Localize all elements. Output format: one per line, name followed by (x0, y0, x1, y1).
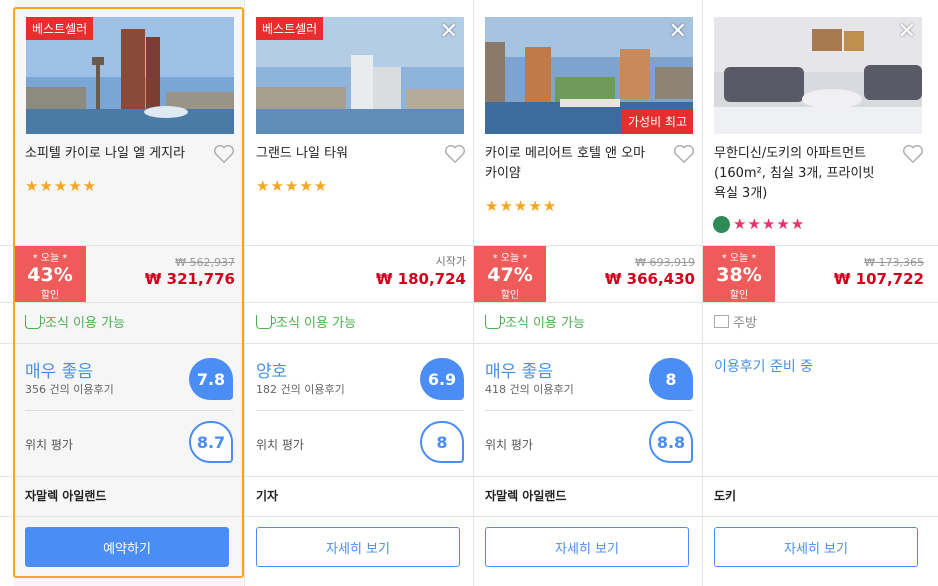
amenity-breakfast: 조식 이용 가능 (25, 312, 125, 331)
hotel-photo[interactable]: ✕ 가성비 최고 (485, 17, 693, 134)
hotel-card-sofitel[interactable]: 베스트셀러 소피텔 카이로 나일 엘 게지라 ★★★★★ * 오늘 * 43% … (14, 0, 243, 586)
location-rating-label: 위치 평가 (25, 438, 73, 452)
hotel-card-grand-nile[interactable]: 베스트셀러 ✕ 그랜드 나일 타워 ★★★★★ 시작가 ₩ 180,724 조식… (245, 0, 474, 586)
rating-score[interactable]: 7.8 (189, 358, 233, 400)
location-rating-label: 위치 평가 (485, 438, 533, 452)
original-price: ₩ 173,365 (864, 256, 924, 269)
home-icon (713, 216, 730, 233)
divider (256, 410, 464, 411)
area-name: 자말렉 아일랜드 (25, 489, 107, 503)
coffee-cup-icon (25, 314, 45, 329)
rating-score[interactable]: 8 (649, 358, 693, 400)
rating-label[interactable]: 매우 좋음 (485, 357, 553, 382)
hotel-card-marriott[interactable]: ✕ 가성비 최고 카이로 메리어트 호텔 앤 오마 카이얌 ★★★★★ * 오늘… (474, 0, 703, 586)
location-score: 8.8 (649, 421, 693, 463)
row-divider (0, 343, 938, 344)
close-icon[interactable]: ✕ (898, 21, 916, 43)
location-score: 8.7 (189, 421, 233, 463)
divider (25, 410, 233, 411)
hotel-name[interactable]: 무한디신/도키의 아파트먼트 (160m², 침실 3개, 프라이빗 욕실 3개… (714, 144, 889, 204)
column-divider (473, 0, 474, 586)
price[interactable]: ₩ 107,722 (834, 270, 924, 288)
discount-percent: 47% (487, 264, 533, 286)
review-count[interactable]: 182 건의 이용후기 (256, 381, 345, 397)
amenity-breakfast: 조식 이용 가능 (256, 312, 356, 331)
price[interactable]: ₩ 321,776 (145, 270, 235, 288)
discount-badge: * 오늘 * 47% 할인 (474, 246, 546, 302)
discount-suffix: 할인 (500, 290, 520, 301)
amenity-label: 조식 이용 가능 (276, 316, 357, 331)
best-value-badge: 가성비 최고 (621, 109, 693, 134)
area-name: 기자 (256, 489, 279, 503)
discount-percent: 43% (27, 264, 73, 286)
divider (485, 410, 693, 411)
row-divider (0, 245, 938, 246)
rating-score[interactable]: 6.9 (420, 358, 464, 400)
discount-badge: * 오늘 * 38% 할인 (703, 246, 775, 302)
close-icon[interactable]: ✕ (440, 21, 458, 43)
coffee-cup-icon (256, 314, 276, 329)
star-rating: ★★★★★ (485, 197, 558, 215)
area-name: 도키 (714, 489, 737, 503)
close-icon[interactable]: ✕ (669, 21, 687, 43)
heart-icon[interactable] (902, 144, 924, 164)
hotel-comparison-grid: 베스트셀러 소피텔 카이로 나일 엘 게지라 ★★★★★ * 오늘 * 43% … (0, 0, 938, 586)
discount-percent: 38% (716, 264, 762, 286)
location-rating-label: 위치 평가 (256, 438, 304, 452)
hotel-photo[interactable]: ✕ (714, 17, 922, 134)
column-divider (244, 0, 245, 586)
price[interactable]: ₩ 366,430 (605, 270, 695, 288)
discount-suffix: 할인 (40, 290, 60, 301)
coffee-cup-icon (485, 314, 505, 329)
reviews-pending: 이용후기 준비 중 (714, 359, 814, 375)
heart-icon[interactable] (213, 144, 235, 164)
review-count[interactable]: 418 건의 이용후기 (485, 381, 574, 397)
star-rating: ★★★★★ (733, 215, 806, 233)
hotel-photo[interactable]: 베스트셀러 (26, 17, 234, 134)
discount-suffix: 할인 (729, 290, 749, 301)
hotel-name[interactable]: 그랜드 나일 타워 (256, 144, 431, 164)
amenity-label: 조식 이용 가능 (45, 316, 126, 331)
star-rating: ★★★★★ (256, 177, 329, 195)
kitchen-icon (714, 315, 729, 328)
review-count[interactable]: 356 건의 이용후기 (25, 381, 114, 397)
bestseller-badge: 베스트셀러 (26, 17, 94, 40)
area-name: 자말렉 아일랜드 (485, 489, 567, 503)
column-divider (702, 0, 703, 586)
bestseller-badge: 베스트셀러 (256, 17, 324, 40)
rating-label[interactable]: 양호 (256, 357, 287, 382)
amenity-label: 주방 (733, 316, 757, 331)
location-score: 8 (420, 421, 464, 463)
book-button[interactable]: 예약하기 (25, 527, 229, 567)
amenity-label: 조식 이용 가능 (505, 316, 586, 331)
amenity-kitchen: 주방 (714, 312, 757, 331)
discount-today-label: * 오늘 * (32, 253, 68, 264)
details-button[interactable]: 자세히 보기 (485, 527, 689, 567)
row-divider (0, 302, 938, 303)
heart-icon[interactable] (444, 144, 466, 164)
discount-today-label: * 오늘 * (492, 253, 528, 264)
hotel-card-apartment[interactable]: ✕ 무한디신/도키의 아파트먼트 (160m², 침실 3개, 프라이빗 욕실 … (703, 0, 932, 586)
amenity-breakfast: 조식 이용 가능 (485, 312, 585, 331)
hotel-photo[interactable]: 베스트셀러 ✕ (256, 17, 464, 134)
discount-today-label: * 오늘 * (721, 253, 757, 264)
star-rating: ★★★★★ (25, 177, 98, 195)
original-price: ₩ 693,919 (635, 256, 695, 269)
starting-price-label: 시작가 (435, 255, 466, 268)
rating-label[interactable]: 매우 좋음 (25, 357, 93, 382)
heart-icon[interactable] (673, 144, 695, 164)
details-button[interactable]: 자세히 보기 (714, 527, 918, 567)
row-divider (0, 516, 938, 517)
details-button[interactable]: 자세히 보기 (256, 527, 460, 567)
row-divider (0, 476, 938, 477)
hotel-name[interactable]: 카이로 메리어트 호텔 앤 오마 카이얌 (485, 144, 660, 184)
original-price: ₩ 562,937 (175, 256, 235, 269)
price[interactable]: ₩ 180,724 (376, 270, 466, 288)
discount-badge: * 오늘 * 43% 할인 (14, 246, 86, 302)
hotel-name[interactable]: 소피텔 카이로 나일 엘 게지라 (25, 144, 200, 164)
